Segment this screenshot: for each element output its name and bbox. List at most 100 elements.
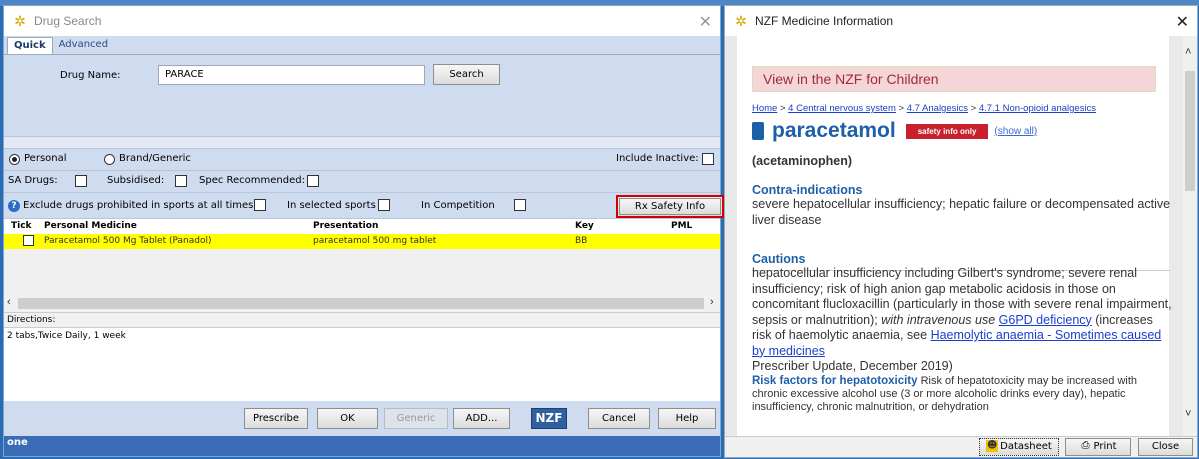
personal-label: Personal [24,153,67,164]
breadcrumb: Home > 4 Central nervous system > 4.7 An… [752,103,1096,114]
prescribe-button[interactable]: Prescribe [244,408,308,429]
cautions-text-3: Prescriber Update, December 2019) [752,359,953,373]
nzf-footer: ☻ Datasheet ⎙ Print Close [725,436,1197,457]
nzf-button[interactable]: NZF [531,408,567,429]
safety-info-badge: safety info only [905,123,989,139]
col-key: Key [575,221,594,231]
breadcrumb-cns[interactable]: 4 Central nervous system [788,103,896,114]
drug-name-label: Drug Name: [60,70,121,81]
subsidised-label: Subsidised: [107,175,165,186]
spec-recommended-checkbox[interactable] [307,175,319,187]
sa-drugs-checkbox[interactable] [75,175,87,187]
row-medicine: Paracetamol 500 Mg Tablet (Panadol) [44,236,212,246]
alternate-name: (acetaminophen) [752,154,853,168]
scroll-right-icon[interactable]: › [710,296,714,308]
vertical-scrollbar[interactable]: ˄ ˅ [1183,36,1197,438]
cautions-paragraph: hepatocellular insufficiency including G… [752,266,1172,375]
medicine-type-row: Personal Brand/Generic Include Inactive: [4,148,720,170]
quick-search-panel: Drug Name: PARACE Search [4,54,720,136]
row-tick-checkbox[interactable] [23,235,34,246]
cautions-section: Cautions hepatocellular insufficiency in… [752,252,1172,414]
breadcrumb-home[interactable]: Home [752,103,777,114]
include-inactive-label: Include Inactive: [616,153,699,164]
drug-search-window: ✲ Drug Search ✕ Quick Advanced Drug Name… [3,5,724,457]
nzf-info-window: ✲ NZF Medicine Information ✕ View in the… [724,5,1198,458]
scroll-down-icon[interactable]: ˅ [1185,408,1191,420]
search-tabs: Quick Advanced [4,36,720,54]
row-key: BB [575,236,588,246]
brand-generic-radio[interactable] [104,154,115,165]
brand-generic-label: Brand/Generic [119,153,191,164]
rx-safety-info-label: Rx Safety Info [619,198,721,215]
col-tick: Tick [11,221,32,231]
selected-sports-label: In selected sports [287,200,376,211]
drug-marker-icon [752,122,764,140]
nzf-content-area: View in the NZF for Children Home > 4 Ce… [725,36,1183,438]
nzf-children-link[interactable]: View in the NZF for Children [752,66,1156,92]
drug-search-titlebar: ✲ Drug Search ✕ [4,6,720,36]
scroll-thumb[interactable] [18,298,704,309]
cancel-button[interactable]: Cancel [588,408,650,429]
col-pml: PML [671,221,693,231]
tab-quick[interactable]: Quick [7,37,53,54]
table-row[interactable]: Paracetamol 500 Mg Tablet (Panadol) para… [4,234,720,249]
scroll-up-icon[interactable]: ˄ [1185,46,1191,58]
search-button[interactable]: Search [433,64,500,85]
exclude-sports-label: Exclude drugs prohibited in sports at al… [23,200,254,211]
sa-drugs-label: SA Drugs: [8,175,58,186]
breadcrumb-non-opioid[interactable]: 4.7.1 Non-opioid analgesics [979,103,1096,114]
subsidised-checkbox[interactable] [175,175,187,187]
in-competition-checkbox[interactable] [514,199,526,211]
contra-heading: Contra-indications [752,183,863,197]
close-button[interactable]: Close [1138,438,1193,456]
sports-filter-row: ? Exclude drugs prohibited in sports at … [4,192,724,218]
row-presentation: paracetamol 500 mg tablet [313,236,437,246]
drug-name-input[interactable]: PARACE [158,65,425,85]
nzf-page: View in the NZF for Children Home > 4 Ce… [737,36,1172,438]
breadcrumb-sep: > [895,103,907,114]
in-competition-label: In Competition [421,200,495,211]
datasheet-button[interactable]: ☻ Datasheet [979,438,1059,456]
window-title: Drug Search [34,14,102,28]
window-title: NZF Medicine Information [755,14,894,28]
tab-advanced[interactable]: Advanced [53,37,114,54]
selected-sports-checkbox[interactable] [378,199,390,211]
show-all-link[interactable]: (show all) [994,126,1037,137]
generic-button[interactable]: Generic [384,408,448,429]
cautions-heading: Cautions [752,252,806,266]
app-gear-icon: ✲ [735,13,747,29]
risk-heading: Risk factors for hepatotoxicity [752,374,918,387]
separator [4,136,720,148]
help-button[interactable]: Help [658,408,716,429]
directions-textarea[interactable]: 2 tabs,Twice Daily, 1 week [4,327,720,401]
horizontal-scrollbar[interactable]: ‹ › [4,295,720,312]
help-icon[interactable]: ? [8,200,20,212]
close-icon[interactable]: ✕ [699,12,712,32]
directions-label: Directions: [4,312,720,327]
rx-safety-info-button[interactable]: Rx Safety Info [616,195,724,218]
action-button-row: Prescribe OK Generic ADD... NZF Cancel H… [4,401,720,433]
include-inactive-checkbox[interactable] [702,153,714,165]
filter-flags-row: SA Drugs: Subsidised: Spec Recommended: [4,170,720,192]
drug-name: paracetamol [772,119,896,142]
breadcrumb-sep: > [967,103,979,114]
col-presentation: Presentation [313,221,379,231]
breadcrumb-analgesics[interactable]: 4.7 Analgesics [907,103,968,114]
close-icon[interactable]: ✕ [1176,12,1189,32]
ok-button[interactable]: OK [317,408,378,429]
underlying-window-strip: one [4,436,720,456]
print-label: Print [1093,441,1117,452]
printer-icon: ⎙ [1081,440,1090,451]
add-button[interactable]: ADD... [453,408,510,429]
exclude-sports-checkbox[interactable] [254,199,266,211]
personal-radio[interactable] [9,154,20,165]
table-header: Tick Personal Medicine Presentation Key … [4,219,720,234]
scroll-thumb[interactable] [1185,71,1195,191]
g6pd-link[interactable]: G6PD deficiency [999,313,1092,327]
scroll-left-icon[interactable]: ‹ [7,296,11,308]
datasheet-icon: ☻ [986,440,999,452]
app-gear-icon: ✲ [14,13,26,29]
spec-recommended-label: Spec Recommended: [199,175,305,186]
drug-search-body: Quick Advanced Drug Name: PARACE Search … [4,36,724,456]
print-button[interactable]: ⎙ Print [1065,438,1131,456]
